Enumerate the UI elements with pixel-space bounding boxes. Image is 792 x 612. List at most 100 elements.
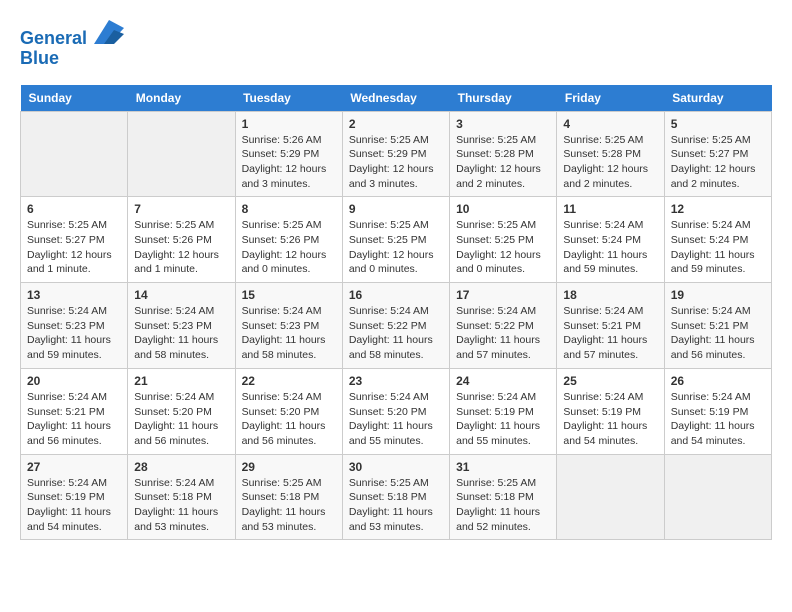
day-number: 30 [349, 460, 443, 474]
day-info: Sunrise: 5:24 AM Sunset: 5:19 PM Dayligh… [456, 390, 550, 449]
day-number: 15 [242, 288, 336, 302]
calendar-cell: 16Sunrise: 5:24 AM Sunset: 5:22 PM Dayli… [342, 283, 449, 369]
day-info: Sunrise: 5:24 AM Sunset: 5:19 PM Dayligh… [671, 390, 765, 449]
weekday-header: Thursday [450, 85, 557, 112]
calendar-cell: 1 Sunrise: 5:26 AM Sunset: 5:29 PM Daylig… [235, 111, 342, 197]
day-info: Sunrise: 5:24 AM Sunset: 5:20 PM Dayligh… [349, 390, 443, 449]
calendar-cell [557, 454, 664, 540]
calendar-cell: 23Sunrise: 5:24 AM Sunset: 5:20 PM Dayli… [342, 368, 449, 454]
day-info: Sunrise: 5:25 AM Sunset: 5:26 PM Dayligh… [242, 218, 336, 277]
day-info: Sunrise: 5:25 AM Sunset: 5:28 PM Dayligh… [563, 133, 657, 192]
day-info: Sunrise: 5:24 AM Sunset: 5:18 PM Dayligh… [134, 476, 228, 535]
calendar-week-row: 1 Sunrise: 5:26 AM Sunset: 5:29 PM Daylig… [21, 111, 772, 197]
day-info: Sunrise: 5:25 AM Sunset: 5:25 PM Dayligh… [456, 218, 550, 277]
day-number: 17 [456, 288, 550, 302]
day-info: Sunrise: 5:24 AM Sunset: 5:20 PM Dayligh… [134, 390, 228, 449]
weekday-header: Wednesday [342, 85, 449, 112]
calendar-cell: 4 Sunrise: 5:25 AM Sunset: 5:28 PM Daylig… [557, 111, 664, 197]
calendar-cell: 15 Sunrise: 5:24 AM Sunset: 5:23 PM Dayli… [235, 283, 342, 369]
weekday-header: Friday [557, 85, 664, 112]
calendar-cell: 20 Sunrise: 5:24 AM Sunset: 5:21 PM Dayli… [21, 368, 128, 454]
calendar-cell: 24Sunrise: 5:24 AM Sunset: 5:19 PM Dayli… [450, 368, 557, 454]
calendar-cell: 19 Sunrise: 5:24 AM Sunset: 5:21 PM Dayli… [664, 283, 771, 369]
day-info: Sunrise: 5:25 AM Sunset: 5:27 PM Dayligh… [27, 218, 121, 277]
day-info: Sunrise: 5:24 AM Sunset: 5:22 PM Dayligh… [456, 304, 550, 363]
calendar-week-row: 13 Sunrise: 5:24 AM Sunset: 5:23 PM Dayli… [21, 283, 772, 369]
day-number: 5 [671, 117, 765, 131]
calendar-table: SundayMondayTuesdayWednesdayThursdayFrid… [20, 85, 772, 541]
day-info: Sunrise: 5:24 AM Sunset: 5:21 PM Dayligh… [671, 304, 765, 363]
calendar-cell: 2 Sunrise: 5:25 AM Sunset: 5:29 PM Daylig… [342, 111, 449, 197]
day-info: Sunrise: 5:25 AM Sunset: 5:26 PM Dayligh… [134, 218, 228, 277]
calendar-cell: 30 Sunrise: 5:25 AM Sunset: 5:18 PM Dayli… [342, 454, 449, 540]
logo: General Blue [20, 20, 126, 69]
calendar-cell: 18 Sunrise: 5:24 AM Sunset: 5:21 PM Dayli… [557, 283, 664, 369]
calendar-cell [128, 111, 235, 197]
logo-icon [94, 20, 124, 44]
day-info: Sunrise: 5:24 AM Sunset: 5:24 PM Dayligh… [671, 218, 765, 277]
day-info: Sunrise: 5:24 AM Sunset: 5:23 PM Dayligh… [242, 304, 336, 363]
day-number: 1 [242, 117, 336, 131]
weekday-header: Tuesday [235, 85, 342, 112]
day-info: Sunrise: 5:26 AM Sunset: 5:29 PM Dayligh… [242, 133, 336, 192]
day-number: 28 [134, 460, 228, 474]
day-number: 7 [134, 202, 228, 216]
day-number: 10 [456, 202, 550, 216]
weekday-header: Monday [128, 85, 235, 112]
calendar-week-row: 27Sunrise: 5:24 AM Sunset: 5:19 PM Dayli… [21, 454, 772, 540]
calendar-cell [664, 454, 771, 540]
calendar-cell: 26 Sunrise: 5:24 AM Sunset: 5:19 PM Dayli… [664, 368, 771, 454]
calendar-cell [21, 111, 128, 197]
day-info: Sunrise: 5:24 AM Sunset: 5:19 PM Dayligh… [563, 390, 657, 449]
day-info: Sunrise: 5:25 AM Sunset: 5:28 PM Dayligh… [456, 133, 550, 192]
day-number: 2 [349, 117, 443, 131]
day-info: Sunrise: 5:24 AM Sunset: 5:21 PM Dayligh… [563, 304, 657, 363]
calendar-cell: 7 Sunrise: 5:25 AM Sunset: 5:26 PM Daylig… [128, 197, 235, 283]
calendar-cell: 13 Sunrise: 5:24 AM Sunset: 5:23 PM Dayli… [21, 283, 128, 369]
weekday-header: Saturday [664, 85, 771, 112]
day-info: Sunrise: 5:24 AM Sunset: 5:21 PM Dayligh… [27, 390, 121, 449]
calendar-cell: 14 Sunrise: 5:24 AM Sunset: 5:23 PM Dayli… [128, 283, 235, 369]
day-number: 9 [349, 202, 443, 216]
calendar-cell: 6 Sunrise: 5:25 AM Sunset: 5:27 PM Daylig… [21, 197, 128, 283]
calendar-body: 1 Sunrise: 5:26 AM Sunset: 5:29 PM Daylig… [21, 111, 772, 540]
day-number: 25 [563, 374, 657, 388]
logo-blue-text: Blue [20, 49, 126, 69]
day-number: 14 [134, 288, 228, 302]
day-number: 6 [27, 202, 121, 216]
calendar-cell: 29 Sunrise: 5:25 AM Sunset: 5:18 PM Dayli… [235, 454, 342, 540]
day-number: 31 [456, 460, 550, 474]
day-info: Sunrise: 5:25 AM Sunset: 5:18 PM Dayligh… [242, 476, 336, 535]
day-info: Sunrise: 5:25 AM Sunset: 5:27 PM Dayligh… [671, 133, 765, 192]
day-info: Sunrise: 5:25 AM Sunset: 5:29 PM Dayligh… [349, 133, 443, 192]
day-number: 4 [563, 117, 657, 131]
calendar-cell: 8 Sunrise: 5:25 AM Sunset: 5:26 PM Daylig… [235, 197, 342, 283]
day-info: Sunrise: 5:24 AM Sunset: 5:20 PM Dayligh… [242, 390, 336, 449]
day-info: Sunrise: 5:24 AM Sunset: 5:24 PM Dayligh… [563, 218, 657, 277]
day-number: 8 [242, 202, 336, 216]
day-number: 29 [242, 460, 336, 474]
calendar-cell: 3Sunrise: 5:25 AM Sunset: 5:28 PM Daylig… [450, 111, 557, 197]
calendar-cell: 10 Sunrise: 5:25 AM Sunset: 5:25 PM Dayli… [450, 197, 557, 283]
day-info: Sunrise: 5:25 AM Sunset: 5:18 PM Dayligh… [349, 476, 443, 535]
day-number: 26 [671, 374, 765, 388]
weekday-header: Sunday [21, 85, 128, 112]
day-number: 13 [27, 288, 121, 302]
page-header: General Blue [20, 20, 772, 69]
calendar-cell: 17 Sunrise: 5:24 AM Sunset: 5:22 PM Dayli… [450, 283, 557, 369]
calendar-week-row: 6 Sunrise: 5:25 AM Sunset: 5:27 PM Daylig… [21, 197, 772, 283]
day-number: 22 [242, 374, 336, 388]
logo-text: General [20, 20, 126, 49]
day-number: 20 [27, 374, 121, 388]
day-number: 27 [27, 460, 121, 474]
calendar-cell: 22 Sunrise: 5:24 AM Sunset: 5:20 PM Dayli… [235, 368, 342, 454]
day-number: 19 [671, 288, 765, 302]
day-number: 12 [671, 202, 765, 216]
calendar-cell: 25 Sunrise: 5:24 AM Sunset: 5:19 PM Dayli… [557, 368, 664, 454]
day-info: Sunrise: 5:24 AM Sunset: 5:23 PM Dayligh… [134, 304, 228, 363]
day-number: 16 [349, 288, 443, 302]
day-number: 18 [563, 288, 657, 302]
day-info: Sunrise: 5:24 AM Sunset: 5:23 PM Dayligh… [27, 304, 121, 363]
day-number: 11 [563, 202, 657, 216]
calendar-cell: 9Sunrise: 5:25 AM Sunset: 5:25 PM Daylig… [342, 197, 449, 283]
